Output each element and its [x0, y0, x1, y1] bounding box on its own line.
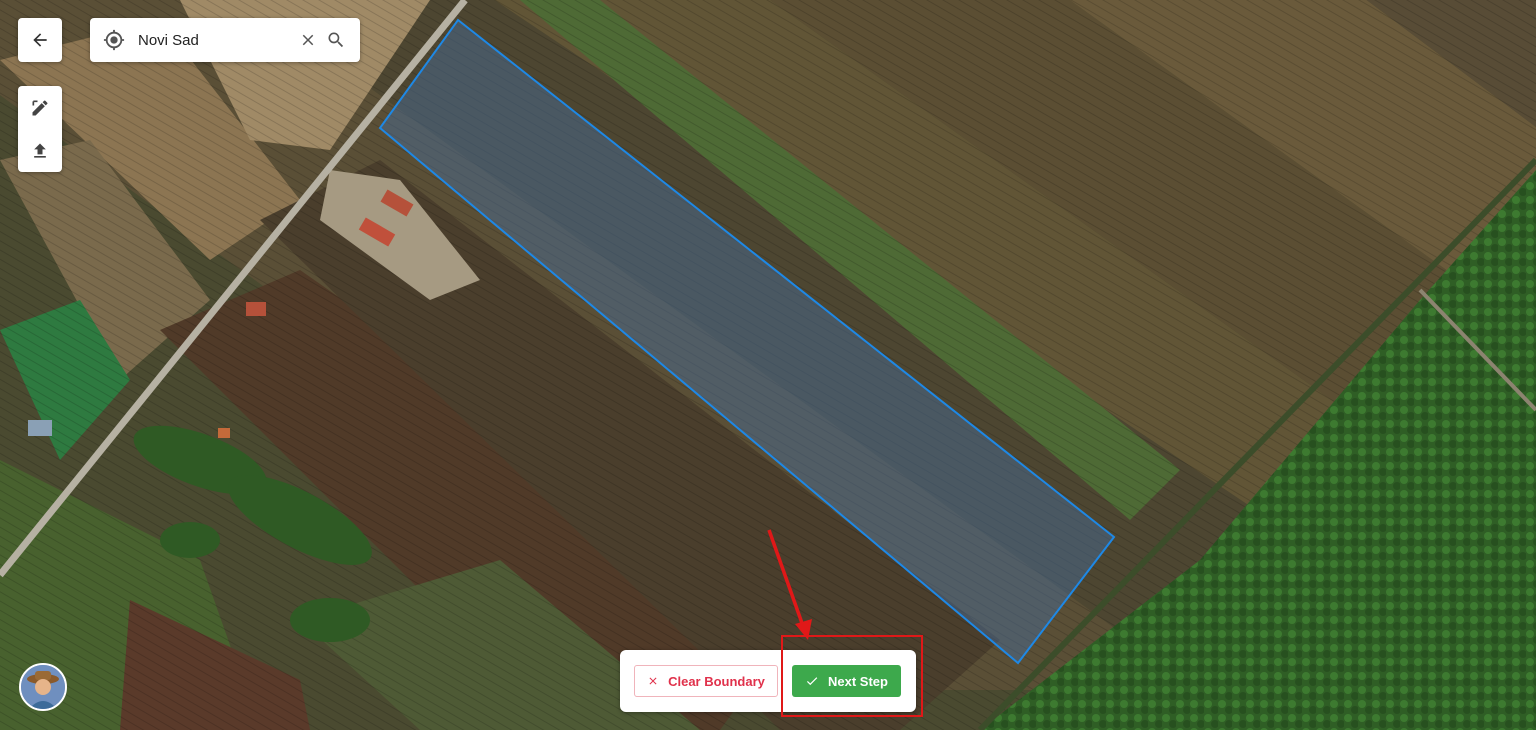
avatar[interactable] — [19, 663, 67, 711]
user-avatar-icon — [21, 665, 65, 709]
draw-polygon-icon — [32, 99, 48, 115]
clear-boundary-label: Clear Boundary — [668, 673, 765, 689]
next-step-button[interactable]: Next Step — [792, 665, 901, 697]
search-input[interactable] — [136, 30, 292, 50]
upload-boundary-button[interactable] — [22, 133, 58, 169]
close-icon[interactable] — [296, 28, 320, 52]
boundary-action-bar: Clear Boundary Next Step — [620, 650, 916, 712]
map-toolbox — [18, 86, 62, 172]
location-search-box — [90, 18, 360, 62]
crosshair-icon[interactable] — [102, 28, 126, 52]
arrow-left-icon — [33, 33, 47, 47]
search-icon[interactable] — [324, 28, 348, 52]
next-step-label: Next Step — [828, 673, 888, 689]
upload-icon — [34, 143, 46, 158]
check-icon — [807, 677, 818, 686]
back-button[interactable] — [18, 18, 62, 62]
close-icon — [649, 677, 657, 685]
draw-boundary-button[interactable] — [22, 90, 58, 126]
satellite-map[interactable] — [0, 0, 1536, 730]
clear-boundary-button[interactable]: Clear Boundary — [634, 665, 778, 697]
